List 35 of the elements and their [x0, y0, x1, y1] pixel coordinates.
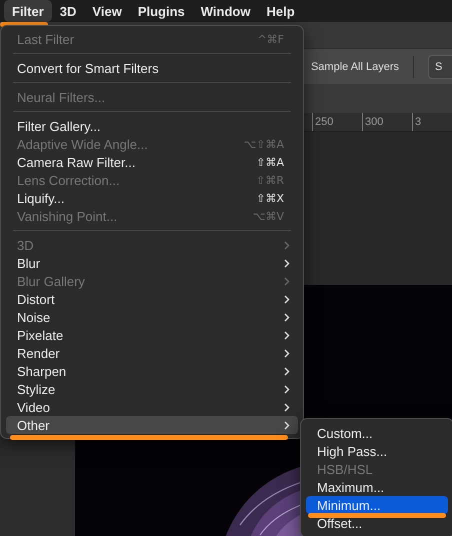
- shortcut-label: ^⌘F: [257, 32, 285, 46]
- menu-item[interactable]: High Pass...: [306, 442, 448, 460]
- ruler-label: 3: [412, 113, 452, 131]
- ruler-label: 250: [312, 113, 362, 131]
- submenu-item[interactable]: Blur: [6, 254, 298, 272]
- menu-item[interactable]: Custom...: [306, 424, 448, 442]
- menu-item[interactable]: Convert for Smart Filters: [6, 59, 298, 77]
- submenu-item[interactable]: Other: [6, 416, 298, 434]
- shortcut-label: ⇧⌘A: [256, 156, 285, 168]
- menu-bar-item[interactable]: Window: [192, 0, 258, 22]
- shortcut-label: ⇧⌘R: [256, 174, 285, 186]
- menu-item[interactable]: Offset...: [306, 514, 448, 532]
- shortcut-label: ⌥⇧⌘A: [244, 138, 285, 150]
- menu-bar-item[interactable]: 3D: [52, 0, 84, 22]
- option-button[interactable]: S: [428, 54, 452, 78]
- submenu-item[interactable]: Sharpen: [6, 362, 298, 380]
- menu-bar-item[interactable]: Filter: [4, 0, 52, 22]
- submenu-item[interactable]: Pixelate: [6, 326, 298, 344]
- menu-bar-item[interactable]: Help: [258, 0, 303, 22]
- submenu-item[interactable]: Distort: [6, 290, 298, 308]
- menu-item[interactable]: Maximum...: [306, 478, 448, 496]
- option-label: Sample All Layers: [310, 60, 399, 72]
- menu-bar-item[interactable]: Plugins: [130, 0, 193, 22]
- menu-item[interactable]: Liquify... ⇧⌘X: [6, 189, 298, 207]
- submenu-item[interactable]: Render: [6, 344, 298, 362]
- shortcut-label: ⌥⌘V: [252, 210, 285, 222]
- menu-bar-item[interactable]: View: [84, 0, 130, 22]
- submenu-item[interactable]: Video: [6, 398, 298, 416]
- submenu-item[interactable]: Noise: [6, 308, 298, 326]
- submenu-item[interactable]: Stylize: [6, 380, 298, 398]
- menu-item[interactable]: Minimum...: [306, 496, 448, 514]
- ruler-label: 300: [362, 113, 412, 131]
- menu-item[interactable]: Filter Gallery...: [6, 117, 298, 135]
- shortcut-label: ⇧⌘X: [256, 192, 285, 204]
- menu-item[interactable]: Camera Raw Filter... ⇧⌘A: [6, 153, 298, 171]
